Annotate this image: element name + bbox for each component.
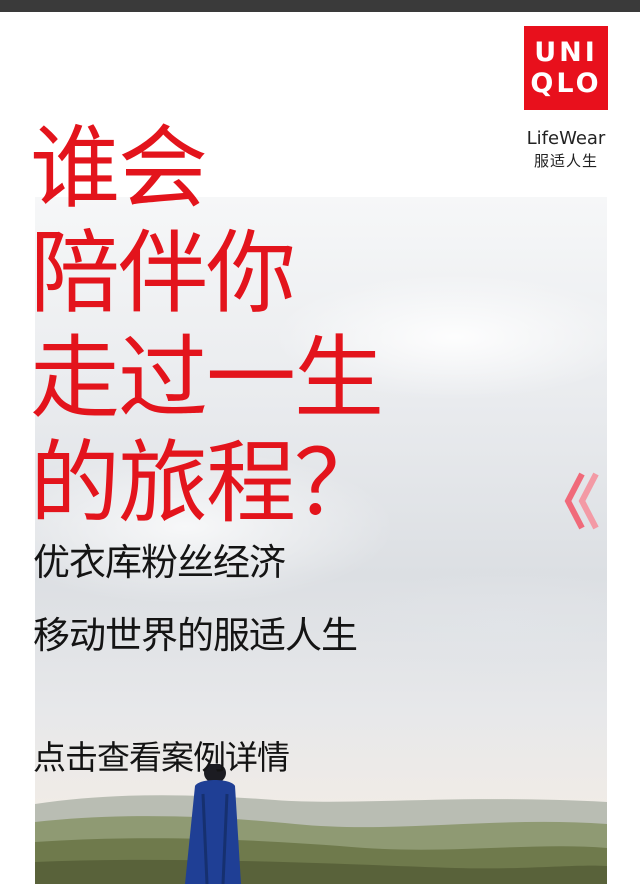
headline-line-4: 的旅程？ [30,431,384,536]
top-status-bar [0,0,640,12]
brand-tagline: LifeWear 服适人生 [520,128,612,172]
tagline-chinese: 服适人生 [533,152,598,170]
uniqlo-logo: UNI QLO [524,26,608,110]
headline-line-3: 走过一生 [30,326,384,431]
headline-line-2: 陪伴你 [30,221,296,326]
tagline-english: LifeWear [526,128,606,149]
double-chevron-left-icon[interactable] [562,470,602,532]
headline-line-1: 谁会 [30,116,208,221]
headline: 谁会 陪伴你 走过一生 的旅程？ [30,116,384,536]
landscape-hills [35,764,607,884]
hiker-figure [185,764,241,884]
subtitle-line-2: 移动世界的服适人生 [33,614,358,657]
subtitle-line-1: 优衣库粉丝经济 [33,541,286,584]
view-case-details-link[interactable]: 点击查看案例详情 [33,736,290,780]
logo-line-1: UNI [534,37,598,68]
logo-line-2: QLO [530,68,602,99]
